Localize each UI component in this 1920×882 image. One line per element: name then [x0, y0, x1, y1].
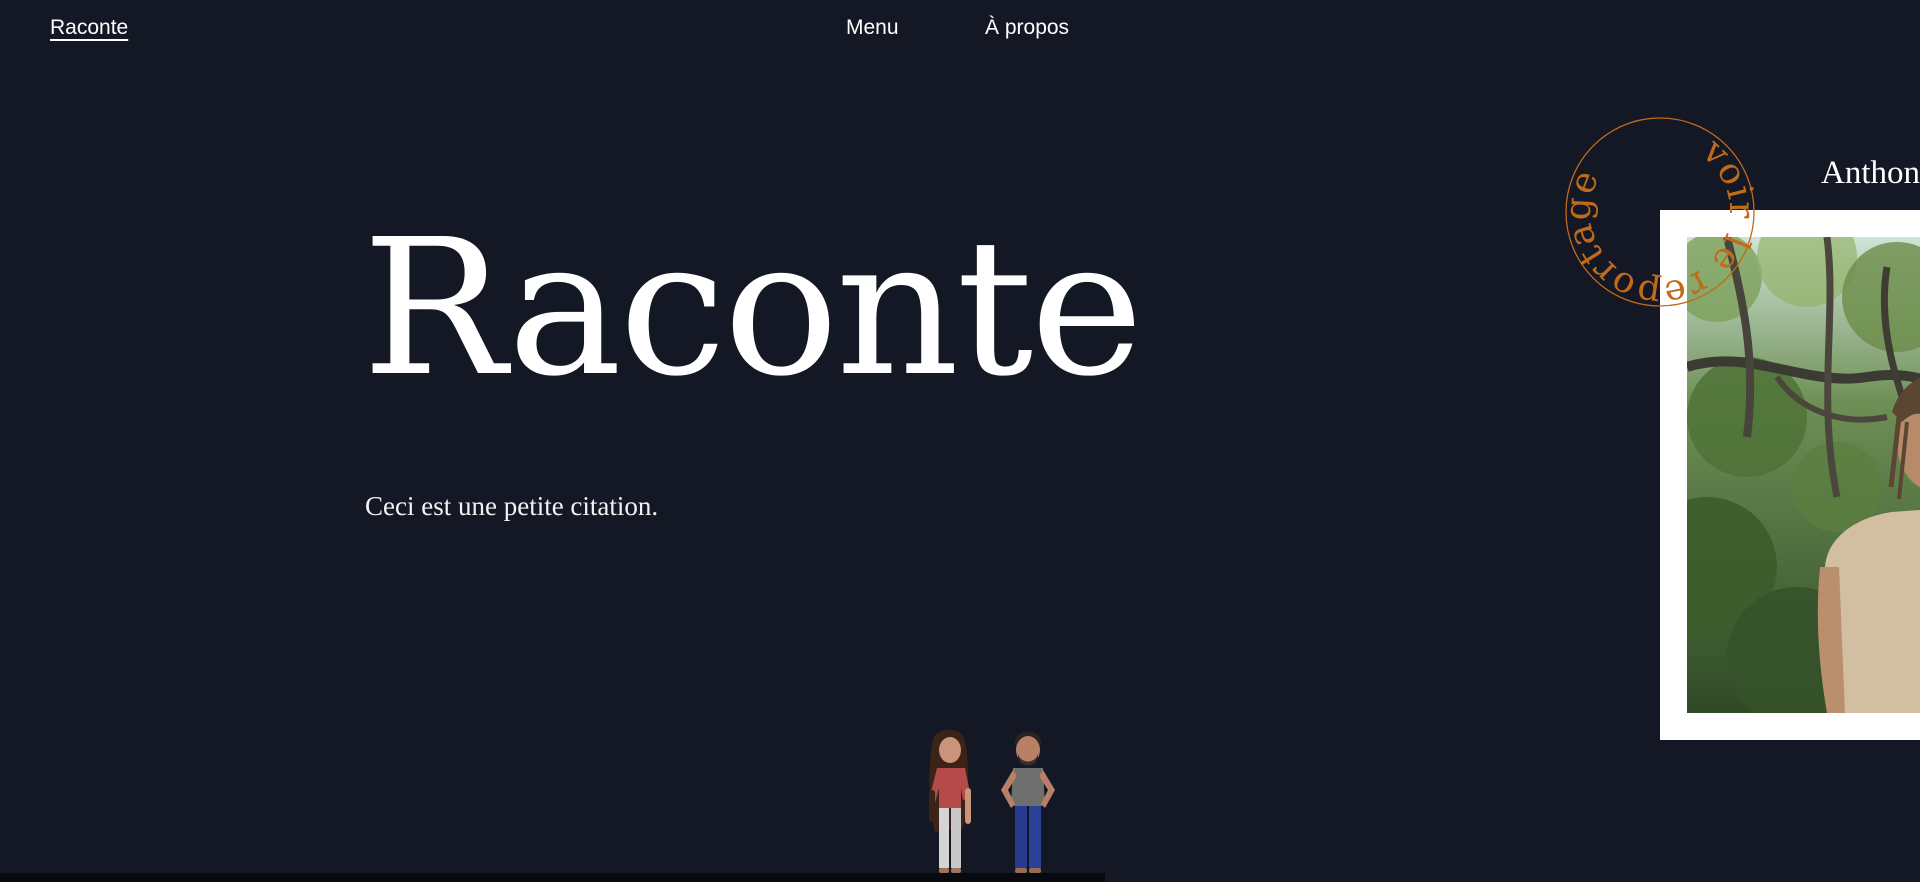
page: Raconte Menu À propos Raconte Ceci est u… [0, 0, 1920, 882]
svg-text:voir le reportage: voir le reportage [1563, 115, 1757, 309]
hero-quote: Ceci est une petite citation. [365, 491, 659, 521]
avatar-woman[interactable] [915, 728, 985, 874]
featured-name: Anthony [1821, 155, 1920, 191]
reportage-badge-button[interactable]: voir le reportage [1518, 70, 1803, 355]
hero-title: Raconte [362, 199, 1144, 418]
nav-menu-link[interactable]: Menu [846, 16, 899, 40]
nav-about-link[interactable]: À propos [985, 16, 1069, 40]
brand-link[interactable]: Raconte [50, 16, 128, 40]
bottom-progress-bar [0, 873, 1105, 882]
badge-text: voir le reportage [1518, 70, 1803, 355]
avatar-man[interactable] [993, 728, 1063, 874]
